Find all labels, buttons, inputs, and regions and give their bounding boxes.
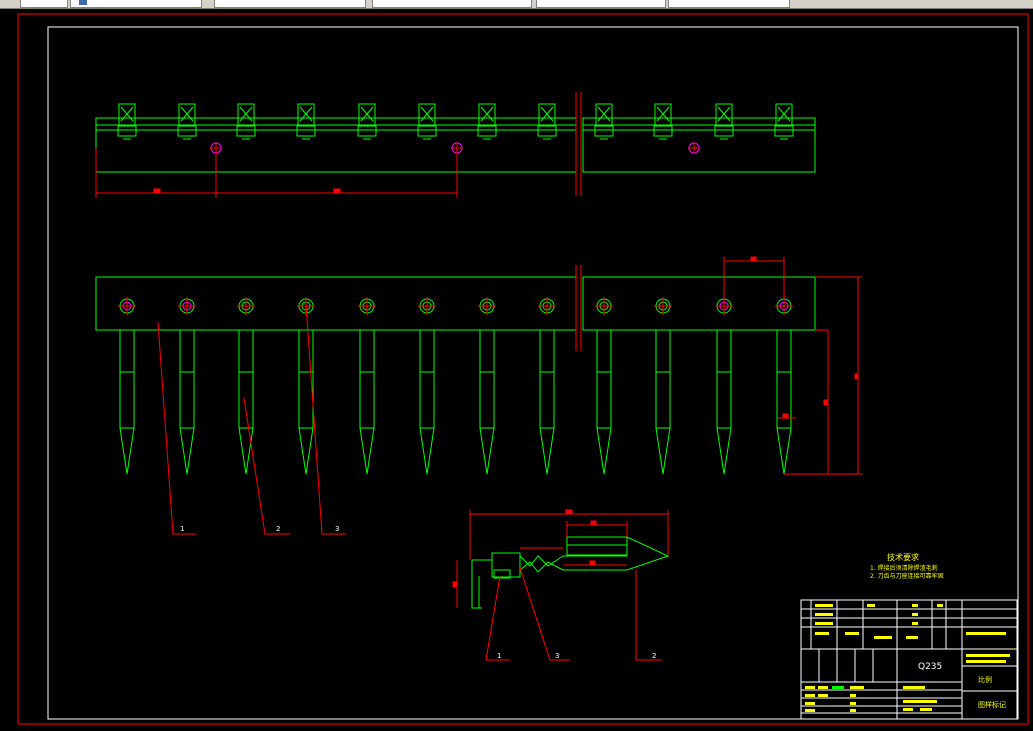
scale-label: 比例: [978, 675, 992, 684]
detail-part-labels: 1 3 2: [497, 652, 656, 660]
knife-tooth: [119, 330, 135, 475]
linetype-dropdown[interactable]: [372, 0, 532, 8]
layer-field[interactable]: [20, 0, 68, 8]
detail-dimensions: [452, 509, 669, 661]
color-dropdown[interactable]: [214, 0, 366, 8]
rivet-hole: [478, 297, 496, 315]
notes-line-1: 1. 焊接后须清除焊渣毛刺: [870, 564, 938, 572]
front-bar-left: [95, 276, 577, 331]
title-block-fills: [805, 604, 1010, 712]
front-view: [95, 276, 816, 475]
top-dimension: [95, 148, 458, 198]
clamp-block: [714, 103, 734, 140]
clamp-block: [236, 103, 256, 140]
front-dimensions: [723, 256, 862, 475]
break-line-top: [575, 92, 582, 196]
knife-tooth: [596, 330, 612, 475]
clamp-block: [774, 103, 794, 140]
detail-label-3: 3: [555, 652, 559, 660]
knife-tooth: [419, 330, 435, 475]
rivet-hole: [654, 297, 672, 315]
knife-tooth: [298, 330, 314, 475]
knife-tooth: [359, 330, 375, 475]
clamp-block: [417, 103, 437, 140]
rivet-hole: [237, 297, 255, 315]
notes-title: 技术要求: [887, 552, 919, 562]
plotstyle-dropdown[interactable]: [668, 0, 790, 8]
detail-label-1: 1: [497, 652, 501, 660]
knife-tooth: [179, 330, 195, 475]
front-part-labels: 1 2 3: [180, 525, 339, 533]
drawing-canvas[interactable]: 1 2 3 1 3 2 技术要求 1. 焊接后须清除焊渣毛刺 2. 刀齿与刀座连…: [0, 9, 1033, 727]
front-leaders: [157, 303, 346, 535]
rivet-hole: [595, 297, 613, 315]
clamp-block: [477, 103, 497, 140]
top-holes: [210, 142, 700, 154]
knife-tooth: [776, 330, 792, 475]
part-label-2: 2: [276, 525, 280, 533]
layer-dropdown[interactable]: [70, 0, 202, 8]
notes-line-2: 2. 刀齿与刀座连接可靠牢固: [870, 572, 944, 580]
clamp-block: [177, 103, 197, 140]
clamp-block: [296, 103, 316, 140]
cad-drawing: 1 2 3 1 3 2 技术要求 1. 焊接后须清除焊渣毛刺 2. 刀齿与刀座连…: [17, 13, 1029, 725]
detail-view: [471, 536, 670, 609]
top-view: [95, 103, 816, 173]
top-bar-left: [95, 117, 577, 173]
clamp-block: [117, 103, 137, 140]
clamp-block: [357, 103, 377, 140]
knife-tooth: [655, 330, 671, 475]
lineweight-dropdown[interactable]: [536, 0, 666, 8]
layer-icon: [79, 0, 87, 5]
break-line-front: [575, 265, 582, 351]
knife-tooth: [479, 330, 495, 475]
front-bar-right: [582, 276, 816, 331]
clamp-block: [653, 103, 673, 140]
technical-notes: 技术要求 1. 焊接后须清除焊渣毛刺 2. 刀齿与刀座连接可靠牢固: [870, 552, 944, 580]
clamp-block: [537, 103, 557, 140]
knife-tooth: [539, 330, 555, 475]
knife-tooth: [716, 330, 732, 475]
rivet-hole: [118, 297, 136, 315]
part-label-1: 1: [180, 525, 184, 533]
rivet-hole: [538, 297, 556, 315]
rivet-hole: [178, 297, 196, 315]
detail-label-2: 2: [652, 652, 656, 660]
properties-toolbar: [0, 0, 1033, 9]
rivet-hole: [358, 297, 376, 315]
clamp-block: [594, 103, 614, 140]
part-label-3: 3: [335, 525, 339, 533]
knife-tooth: [238, 330, 254, 475]
material-text: Q235: [918, 662, 942, 672]
mark-label: 图样标记: [978, 700, 1006, 709]
rivet-hole: [418, 297, 436, 315]
